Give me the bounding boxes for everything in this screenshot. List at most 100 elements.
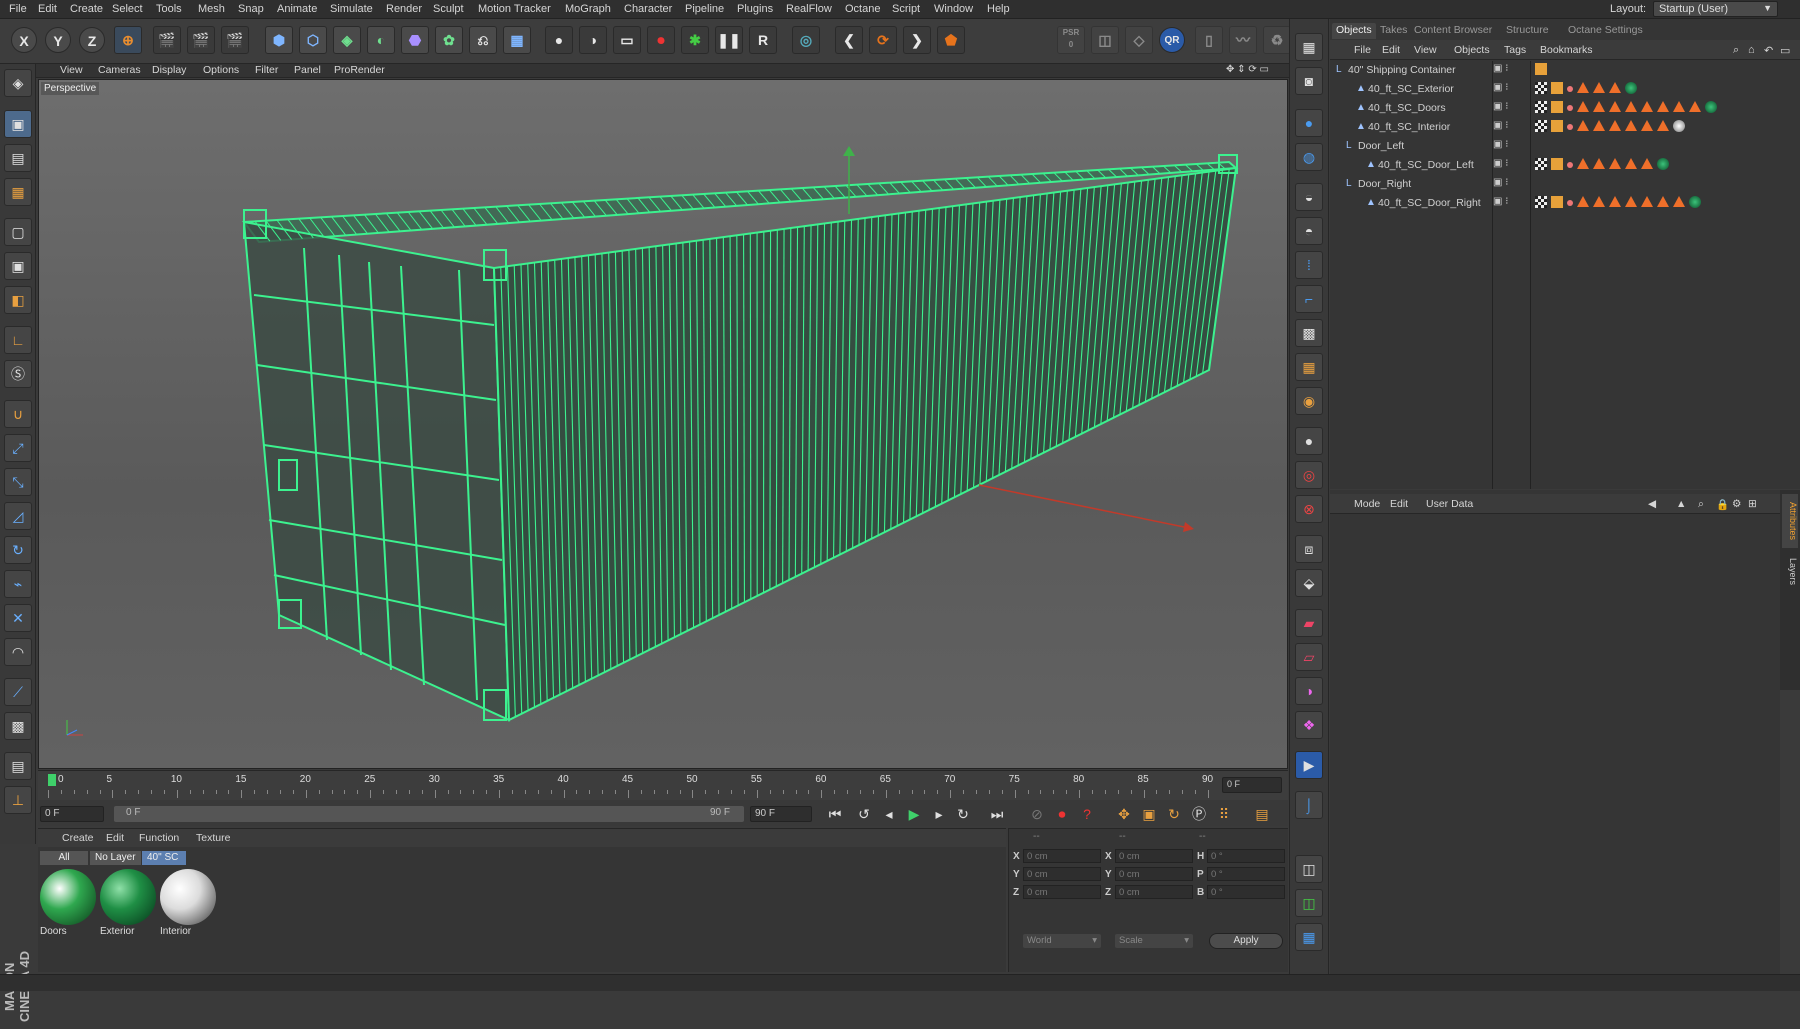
new-panel-icon[interactable]: ⊞	[1748, 498, 1757, 510]
uvw-tag-icon[interactable]	[1535, 120, 1547, 132]
vertex-tag-icon[interactable]	[1567, 124, 1573, 130]
phong-tag-icon[interactable]	[1535, 63, 1547, 75]
viewport-menu-view[interactable]: View	[60, 64, 83, 76]
arrow-left-icon[interactable]: ◀	[1648, 498, 1656, 510]
attr-menu-mode[interactable]: Mode	[1354, 498, 1380, 510]
magnet-button[interactable]: ∪	[4, 400, 32, 428]
menu-octane[interactable]: Octane	[845, 3, 880, 15]
selection-tag-icon[interactable]	[1689, 101, 1701, 112]
material-interior[interactable]: Interior	[160, 869, 216, 939]
octane-play-button[interactable]: ▶	[1295, 751, 1323, 779]
scale-key-icon[interactable]: ▣	[1138, 804, 1160, 824]
model-mode-button[interactable]: ▣	[4, 110, 32, 138]
object-row[interactable]: ▲40_ft_SC_Exterior▣ ⁝	[1330, 80, 1800, 98]
phong-tag-icon[interactable]	[1551, 196, 1563, 208]
lock-icon[interactable]: 🔒	[1716, 498, 1729, 511]
material-tag-icon[interactable]	[1673, 120, 1685, 132]
viewport-menu-filter[interactable]: Filter	[255, 64, 278, 76]
octane-daylight-button[interactable]: ●	[1295, 109, 1323, 137]
obj-menu-bookmarks[interactable]: Bookmarks	[1540, 44, 1593, 56]
octane-specular-button[interactable]: ◑	[1295, 677, 1323, 705]
snap-tool-button[interactable]: Ⓢ	[4, 360, 32, 388]
coord-value-field[interactable]: 0 cm	[1115, 867, 1193, 881]
material-tag-icon[interactable]	[1705, 101, 1717, 113]
octane-material-button[interactable]: ◑	[579, 26, 607, 54]
spline-button[interactable]: ⬡	[299, 26, 327, 54]
menu-animate[interactable]: Animate	[277, 3, 317, 15]
selection-tag-icon[interactable]	[1641, 101, 1653, 112]
uvw-tag-icon[interactable]	[1535, 82, 1547, 94]
move-tool-button[interactable]: ⤡	[4, 468, 32, 496]
brush-tool-button[interactable]: ⟋	[4, 678, 32, 706]
selection-tag-icon[interactable]	[1593, 120, 1605, 131]
coord-value-field[interactable]: 0 °	[1207, 885, 1285, 899]
range-slider[interactable]: 0 F 90 F	[114, 806, 744, 822]
qr-button[interactable]: QR	[1159, 27, 1185, 53]
vertex-tag-icon[interactable]	[1567, 162, 1573, 168]
menu-create[interactable]: Create	[70, 3, 103, 15]
octane-glossy-button[interactable]: ▱	[1295, 643, 1323, 671]
rotate-tool-button[interactable]: ↻	[4, 536, 32, 564]
current-frame-field[interactable]: 0 F	[1222, 777, 1282, 793]
octane-vectron-button[interactable]: ⌐	[1295, 285, 1323, 313]
mat-menu-function[interactable]: Function	[139, 832, 179, 844]
menu-edit[interactable]: Edit	[38, 3, 57, 15]
object-row[interactable]: LDoor_Left▣ ⁝	[1330, 137, 1800, 155]
side-tab-layers[interactable]: Layers	[1782, 552, 1798, 592]
visibility-flags[interactable]: ▣ ⁝	[1493, 82, 1508, 93]
timeline-button[interactable]: ▤	[4, 752, 32, 780]
vertex-tag-icon[interactable]	[1567, 86, 1573, 92]
viewport-menu-cameras[interactable]: Cameras	[98, 64, 141, 76]
menu-script[interactable]: Script	[892, 3, 920, 15]
uvw-tag-icon[interactable]	[1535, 158, 1547, 170]
material-tag-icon[interactable]	[1625, 82, 1637, 94]
attr-menu-edit[interactable]: Edit	[1390, 498, 1408, 510]
psr-button[interactable]: PSR 0	[1057, 26, 1085, 54]
go-to-end-icon[interactable]: ⏭	[986, 804, 1008, 824]
selection-tag-icon[interactable]	[1641, 120, 1653, 131]
knife-tool-button[interactable]: ⌁	[4, 570, 32, 598]
menu-render[interactable]: Render	[386, 3, 422, 15]
keyframe-selection-icon[interactable]: ⊘	[1026, 804, 1048, 824]
obj-menu-view[interactable]: View	[1414, 44, 1437, 56]
octane-node-button[interactable]: ⬟	[937, 26, 965, 54]
octane-hdri-button[interactable]: ◍	[1295, 143, 1323, 171]
menu-tools[interactable]: Tools	[156, 3, 182, 15]
viewport-menu-prorender[interactable]: ProRender	[334, 64, 385, 76]
rotate-key-icon[interactable]: ↻	[1163, 804, 1185, 824]
edges-mode-button[interactable]: ▣	[4, 252, 32, 280]
menu-realflow[interactable]: RealFlow	[786, 3, 832, 15]
mat-menu-create[interactable]: Create	[62, 832, 94, 844]
grid-tool-button[interactable]: ▩	[4, 712, 32, 740]
menu-mesh[interactable]: Mesh	[198, 3, 225, 15]
visibility-flags[interactable]: ▣ ⁝	[1493, 101, 1508, 112]
panel-menu-icon[interactable]: ▭	[1780, 44, 1790, 57]
coord-type-dropdown[interactable]: Scale ▾	[1115, 934, 1193, 948]
filter-all[interactable]: All	[40, 851, 88, 865]
snap-button[interactable]: ◫	[1091, 26, 1119, 54]
menu-simulate[interactable]: Simulate	[330, 3, 373, 15]
coord-value-field[interactable]: 0 °	[1207, 849, 1285, 863]
coord-value-field[interactable]: 0 cm	[1023, 885, 1101, 899]
subdivision-button[interactable]: ◈	[333, 26, 361, 54]
x-axis-lock-button[interactable]: X	[11, 27, 37, 53]
y-axis-lock-button[interactable]: Y	[45, 27, 71, 53]
octane-volume-button[interactable]: ▩	[1295, 319, 1323, 347]
search-icon[interactable]: ⌕	[1733, 44, 1739, 57]
timeline-playhead[interactable]	[48, 774, 56, 786]
octane-light-button[interactable]: ▭	[613, 26, 641, 54]
render-settings-button[interactable]: 🎬	[221, 26, 249, 54]
selection-tag-icon[interactable]	[1641, 158, 1653, 169]
menu-plugins[interactable]: Plugins	[737, 3, 773, 15]
selection-tag-icon[interactable]	[1625, 120, 1637, 131]
settings-icon[interactable]: ⚙	[1732, 498, 1741, 510]
timeline-window-icon[interactable]: ▤	[1251, 804, 1273, 824]
octane-live-viewer-button[interactable]: ▦	[1295, 33, 1323, 61]
octane-fur-button[interactable]: ◉	[1295, 387, 1323, 415]
tab-objects[interactable]: Objects	[1332, 23, 1376, 39]
tab-content-browser[interactable]: Content Browser	[1410, 23, 1496, 39]
coordinate-system-button[interactable]: ⊕	[114, 26, 142, 54]
menu-mograph[interactable]: MoGraph	[565, 3, 611, 15]
selection-tag-icon[interactable]	[1577, 120, 1589, 131]
visibility-flags[interactable]: ▣ ⁝	[1493, 63, 1508, 74]
